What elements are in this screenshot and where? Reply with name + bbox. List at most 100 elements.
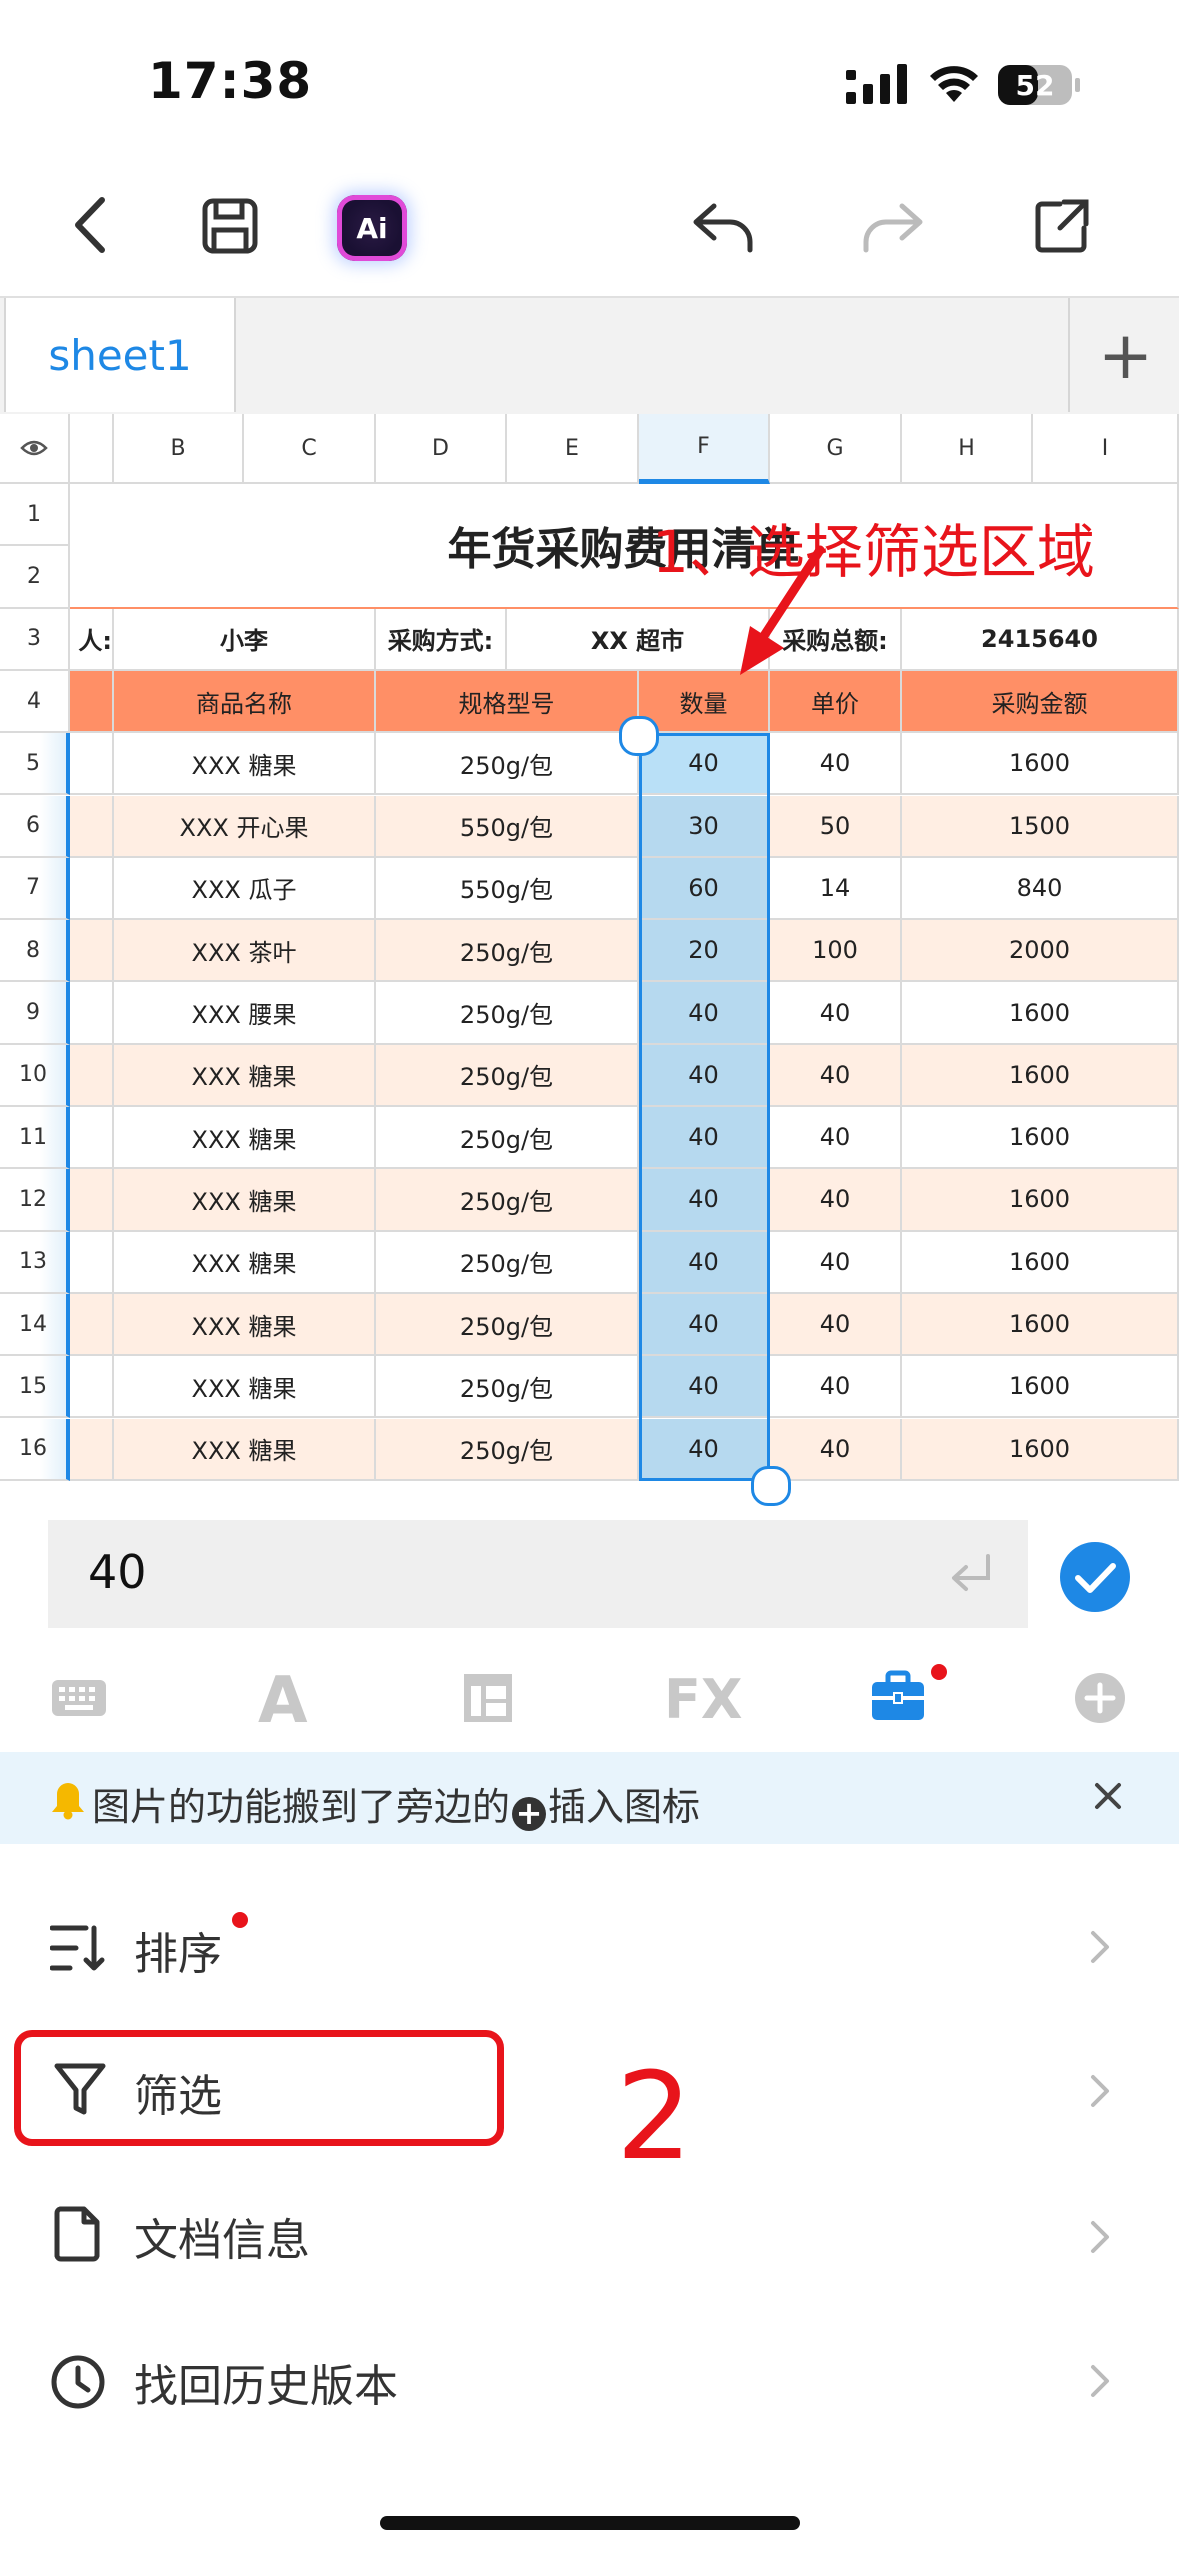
table-cell[interactable]: 250g/包: [376, 1107, 639, 1170]
row-header[interactable]: 4: [0, 670, 70, 734]
row-header[interactable]: 14: [0, 1293, 70, 1357]
table-cell[interactable]: 1500: [902, 795, 1179, 858]
row-header[interactable]: 2: [0, 546, 70, 609]
column-header[interactable]: I: [1033, 414, 1179, 484]
selection-handle-bottom[interactable]: [751, 1466, 791, 1506]
table-cell[interactable]: 40: [770, 733, 902, 796]
function-icon[interactable]: FX: [664, 1668, 743, 1731]
column-header-A[interactable]: [70, 414, 114, 484]
header-cell-A[interactable]: [70, 670, 114, 734]
data-cell-A[interactable]: [70, 795, 114, 858]
undo-icon[interactable]: [690, 200, 756, 258]
redo-icon[interactable]: [860, 200, 926, 258]
column-header[interactable]: B: [114, 414, 244, 484]
table-cell[interactable]: 30: [639, 795, 770, 858]
ai-assistant-icon[interactable]: Ai: [337, 195, 407, 261]
table-cell[interactable]: 14: [770, 857, 902, 921]
row-header[interactable]: 13: [0, 1231, 70, 1294]
row-header[interactable]: 6: [0, 795, 70, 858]
table-cell[interactable]: 250g/包: [376, 1418, 639, 1481]
table-cell[interactable]: 1600: [902, 1107, 1179, 1170]
table-cell[interactable]: XXX 茶叶: [114, 920, 376, 983]
table-cell[interactable]: XXX 糖果: [114, 1293, 376, 1357]
data-cell-A[interactable]: [70, 1169, 114, 1232]
confirm-button[interactable]: [1060, 1542, 1130, 1612]
table-cell[interactable]: 1600: [902, 1293, 1179, 1357]
total-value[interactable]: 2415640: [902, 608, 1179, 671]
row-header[interactable]: 11: [0, 1107, 70, 1170]
data-cell-A[interactable]: [70, 1044, 114, 1107]
table-cell[interactable]: 250g/包: [376, 920, 639, 983]
table-cell[interactable]: 40: [639, 1356, 770, 1419]
table-cell[interactable]: 1600: [902, 1044, 1179, 1107]
table-cell[interactable]: 40: [639, 1293, 770, 1357]
table-cell[interactable]: XXX 糖果: [114, 1418, 376, 1481]
table-cell[interactable]: 50: [770, 795, 902, 858]
enter-icon[interactable]: [948, 1552, 994, 1600]
table-cell[interactable]: 250g/包: [376, 1293, 639, 1357]
column-header[interactable]: H: [902, 414, 1033, 484]
row-header[interactable]: 16: [0, 1418, 70, 1481]
home-indicator[interactable]: [380, 2516, 800, 2530]
data-cell-A[interactable]: [70, 982, 114, 1045]
column-header[interactable]: C: [244, 414, 376, 484]
column-header[interactable]: E: [507, 414, 639, 484]
column-header[interactable]: F: [639, 414, 770, 484]
table-cell[interactable]: 40: [639, 1107, 770, 1170]
table-cell[interactable]: 250g/包: [376, 1044, 639, 1107]
table-cell[interactable]: 1600: [902, 1356, 1179, 1419]
insert-plus-icon[interactable]: [1074, 1672, 1126, 1728]
table-cell[interactable]: 1600: [902, 982, 1179, 1045]
table-cell[interactable]: 40: [770, 1231, 902, 1294]
row-header[interactable]: 7: [0, 857, 70, 921]
column-header[interactable]: D: [376, 414, 507, 484]
data-cell-A[interactable]: [70, 920, 114, 983]
row-header[interactable]: 12: [0, 1169, 70, 1232]
row-header[interactable]: 8: [0, 920, 70, 983]
select-all-corner[interactable]: [0, 414, 70, 484]
selection-handle-top[interactable]: [619, 716, 659, 756]
data-cell-A[interactable]: [70, 1107, 114, 1170]
table-cell[interactable]: 40: [770, 1044, 902, 1107]
table-cell[interactable]: 40: [639, 1044, 770, 1107]
table-cell[interactable]: 1600: [902, 1231, 1179, 1294]
table-cell[interactable]: 40: [639, 733, 770, 796]
column-header[interactable]: G: [770, 414, 902, 484]
data-cell-A[interactable]: [70, 1418, 114, 1481]
row-header[interactable]: 1: [0, 484, 70, 547]
table-cell[interactable]: 2000: [902, 920, 1179, 983]
sheet-tab-active[interactable]: sheet1: [4, 298, 236, 412]
table-cell[interactable]: XXX 糖果: [114, 1107, 376, 1170]
table-cell[interactable]: 40: [639, 1418, 770, 1481]
table-cell[interactable]: 1600: [902, 1418, 1179, 1481]
data-cell-A[interactable]: [70, 1293, 114, 1357]
share-icon[interactable]: [1034, 198, 1090, 258]
table-cell[interactable]: 250g/包: [376, 1356, 639, 1419]
text-format-icon[interactable]: A: [258, 1664, 308, 1738]
data-cell-A[interactable]: [70, 733, 114, 796]
table-cell[interactable]: XXX 开心果: [114, 795, 376, 858]
buyer-value[interactable]: 小李: [114, 608, 376, 671]
table-cell[interactable]: 40: [639, 1231, 770, 1294]
table-cell[interactable]: 40: [770, 982, 902, 1045]
table-cell[interactable]: 550g/包: [376, 795, 639, 858]
toolbox-icon[interactable]: [870, 1670, 926, 1726]
table-cell[interactable]: 40: [770, 1418, 902, 1481]
data-cell-A[interactable]: [70, 1356, 114, 1419]
data-cell-A[interactable]: [70, 857, 114, 921]
row-header[interactable]: 9: [0, 982, 70, 1045]
table-cell[interactable]: 20: [639, 920, 770, 983]
table-cell[interactable]: 1600: [902, 1169, 1179, 1232]
back-icon[interactable]: [70, 190, 110, 264]
table-cell[interactable]: 40: [770, 1356, 902, 1419]
table-cell[interactable]: 100: [770, 920, 902, 983]
table-cell[interactable]: XXX 糖果: [114, 1356, 376, 1419]
table-cell[interactable]: XXX 糖果: [114, 1231, 376, 1294]
table-cell[interactable]: XXX 腰果: [114, 982, 376, 1045]
table-cell[interactable]: 40: [770, 1169, 902, 1232]
table-cell[interactable]: 60: [639, 857, 770, 921]
table-cell[interactable]: 40: [770, 1107, 902, 1170]
row-header[interactable]: 15: [0, 1356, 70, 1419]
table-header-cell[interactable]: 采购金额: [902, 670, 1179, 734]
table-header-cell[interactable]: 规格型号: [376, 670, 639, 734]
